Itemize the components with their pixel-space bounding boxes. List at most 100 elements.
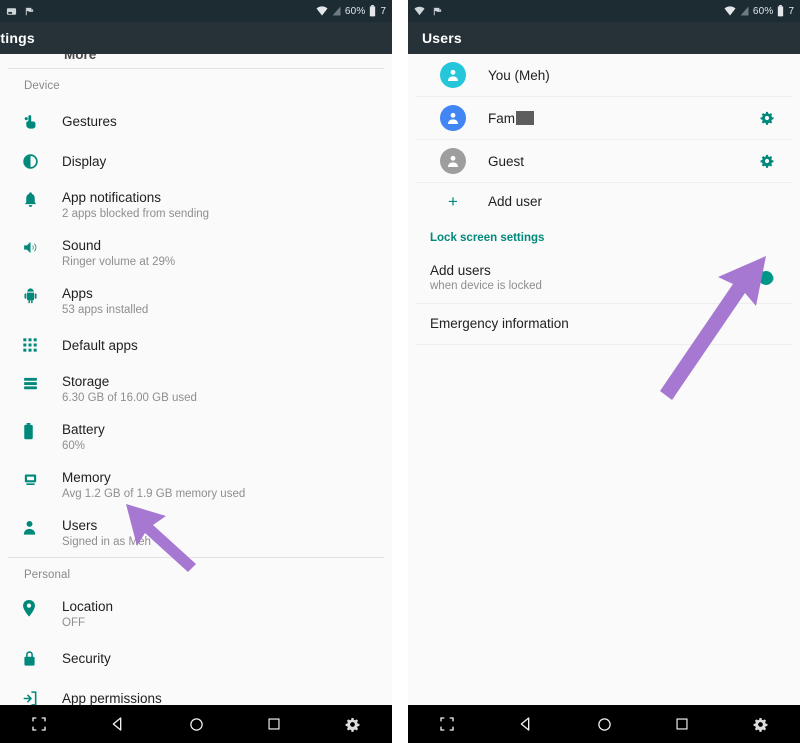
- section-header-device: Device: [24, 80, 60, 92]
- emergency-information-label: Emergency information: [430, 316, 569, 331]
- signal-icon: [332, 6, 341, 16]
- settings-row-label: Users: [62, 518, 98, 533]
- settings-row-apps[interactable]: Apps 53 apps installed: [8, 277, 384, 325]
- settings-row-sound[interactable]: Sound Ringer volume at 29%: [8, 229, 384, 277]
- screenshot-crop-icon[interactable]: [0, 705, 78, 743]
- settings-row-memory[interactable]: Memory Avg 1.2 GB of 1.9 GB memory used: [8, 461, 384, 509]
- screenshot-crop-icon[interactable]: [408, 705, 486, 743]
- user-settings-gear-icon[interactable]: [760, 111, 774, 125]
- add-users-switch[interactable]: [744, 271, 774, 285]
- recents-icon[interactable]: [643, 705, 721, 743]
- user-row-family[interactable]: Fam: [416, 97, 792, 139]
- settings-row-battery[interactable]: Battery 60%: [8, 413, 384, 461]
- settings-row-sublabel: 60%: [62, 440, 86, 452]
- settings-row-label: Storage: [62, 374, 110, 389]
- settings-row-gestures[interactable]: Gestures: [8, 101, 384, 141]
- section-header-personal: Personal: [24, 569, 71, 581]
- user-settings-gear-icon[interactable]: [760, 154, 774, 168]
- battery-icon: [777, 5, 784, 17]
- settings-row-label: App permissions: [62, 691, 162, 705]
- memory-icon: [22, 468, 62, 488]
- cast-icon: [432, 6, 443, 17]
- settings-row-label: Gestures: [62, 114, 117, 129]
- add-users-subtitle: when device is locked: [430, 280, 542, 292]
- cast-icon: [24, 6, 35, 17]
- settings-row-label: Security: [62, 651, 111, 666]
- left-toolbar: Settings: [0, 22, 392, 54]
- user-name-text: Fam: [488, 110, 515, 126]
- panel-gap: [392, 0, 408, 743]
- left-phone-screen: 60% 7 Settings More Device: [0, 0, 392, 743]
- divider: [416, 344, 792, 345]
- wifi-icon: [316, 6, 328, 16]
- settings-row-sublabel: Avg 1.2 GB of 1.9 GB memory used: [62, 488, 246, 500]
- recents-icon[interactable]: [235, 705, 313, 743]
- emergency-information-row[interactable]: Emergency information: [416, 304, 792, 344]
- gear-icon[interactable]: [314, 705, 392, 743]
- back-icon[interactable]: [486, 705, 564, 743]
- signal-icon: [740, 6, 749, 16]
- add-users-title: Add users: [430, 263, 491, 278]
- right-toolbar: Users: [408, 22, 800, 54]
- user-row-you[interactable]: You (Meh): [416, 54, 792, 96]
- screenshot-icon: [6, 6, 17, 17]
- settings-row-users[interactable]: Users Signed in as Meh: [8, 509, 384, 557]
- switch-thumb: [759, 271, 773, 285]
- add-user-button[interactable]: + Add user: [416, 183, 792, 220]
- users-list[interactable]: You (Meh) Fam Guest + Add user Lock scre…: [408, 54, 800, 705]
- settings-row-display[interactable]: Display: [8, 141, 384, 181]
- settings-row-location[interactable]: Location OFF: [8, 590, 384, 638]
- settings-row-label: Memory: [62, 470, 111, 485]
- settings-row-label: Default apps: [62, 338, 138, 353]
- settings-row-label: Sound: [62, 238, 102, 253]
- plus-icon: +: [448, 192, 458, 211]
- app-permissions-icon: [22, 690, 62, 705]
- settings-row-security[interactable]: Security: [8, 638, 384, 678]
- list-item-more[interactable]: More: [8, 54, 384, 68]
- right-navigation-bar[interactable]: [408, 705, 800, 743]
- settings-row-label: App notifications: [62, 190, 162, 205]
- settings-row-storage[interactable]: Storage 6.30 GB of 16.00 GB used: [8, 365, 384, 413]
- storage-icon: [22, 372, 62, 392]
- settings-row-app-permissions[interactable]: App permissions: [8, 678, 384, 705]
- settings-row-label: Apps: [62, 286, 93, 301]
- avatar: [440, 105, 466, 131]
- settings-row-sublabel: Ringer volume at 29%: [62, 256, 176, 268]
- settings-row-sublabel: OFF: [62, 617, 85, 629]
- gear-icon[interactable]: [722, 705, 800, 743]
- left-settings-list[interactable]: More Device Gestures Display App notific…: [0, 54, 392, 705]
- display-icon: [22, 153, 62, 170]
- settings-row-sublabel: Signed in as Meh: [62, 536, 151, 548]
- home-icon[interactable]: [157, 705, 235, 743]
- user-name-label: Fam: [488, 111, 534, 126]
- redaction-block: [516, 111, 534, 125]
- battery-icon: [22, 420, 62, 440]
- settings-row-default-apps[interactable]: Default apps: [8, 325, 384, 365]
- android-icon: [22, 284, 62, 304]
- page-title: Users: [422, 30, 462, 46]
- left-navigation-bar[interactable]: [0, 705, 392, 743]
- settings-row-sublabel: 53 apps installed: [62, 304, 149, 316]
- wifi-icon: [414, 6, 425, 16]
- lock-screen-settings-label: Lock screen settings: [430, 232, 545, 244]
- user-row-guest[interactable]: Guest: [416, 140, 792, 182]
- person-icon: [22, 516, 62, 536]
- list-item-more-label: More: [64, 54, 97, 62]
- settings-row-sublabel: 6.30 GB of 16.00 GB used: [62, 392, 197, 404]
- user-name-label: Guest: [488, 153, 525, 169]
- back-icon[interactable]: [78, 705, 156, 743]
- lock-icon: [22, 650, 62, 667]
- home-icon[interactable]: [565, 705, 643, 743]
- clock-label: 7: [788, 5, 794, 17]
- location-pin-icon: [22, 597, 62, 617]
- add-user-label: Add user: [488, 194, 543, 209]
- gesture-icon: [22, 113, 62, 130]
- battery-icon: [369, 5, 376, 17]
- add-users-toggle-row[interactable]: Add users when device is locked: [416, 255, 792, 303]
- screenshot-pair: 60% 7 Settings More Device: [0, 0, 800, 743]
- right-status-bar: 60% 7: [408, 0, 800, 22]
- lock-screen-settings-link[interactable]: Lock screen settings: [416, 220, 792, 255]
- settings-row-sublabel: 2 apps blocked from sending: [62, 208, 210, 220]
- settings-row-app-notifications[interactable]: App notifications 2 apps blocked from se…: [8, 181, 384, 229]
- settings-row-label: Display: [62, 154, 107, 169]
